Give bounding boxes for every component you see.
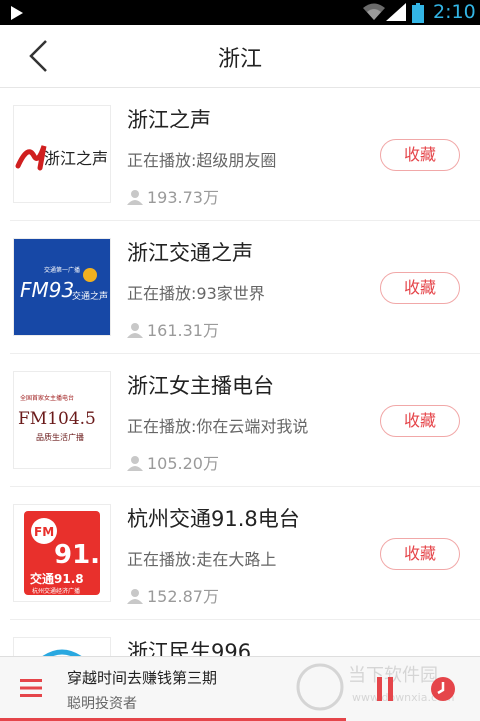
listener-count: 105.20万 bbox=[127, 450, 219, 475]
station-logo-text: 浙江之声 bbox=[44, 149, 108, 168]
station-name: 杭州交通91.8电台 bbox=[127, 507, 300, 531]
person-icon bbox=[127, 455, 143, 475]
list-item[interactable]: FM 91.8 交通91.8 杭州交通经济广播 杭州交通91.8电台 正在播放:… bbox=[10, 487, 480, 620]
station-logo-top-text: 交通第一广播 bbox=[44, 266, 80, 274]
station-logo-sub-text: 交通之声 bbox=[72, 290, 108, 302]
station-logo-sub-text: 交通91.8 bbox=[30, 571, 84, 586]
person-icon bbox=[127, 322, 143, 342]
person-icon bbox=[127, 189, 143, 209]
station-logo-text: 91.8 bbox=[54, 540, 110, 570]
person-icon bbox=[127, 588, 143, 608]
listener-count-value: 193.73万 bbox=[147, 188, 219, 207]
listener-count: 161.31万 bbox=[127, 317, 219, 342]
station-logo-fm-text: FM bbox=[34, 525, 54, 539]
station-logo-top-text: 全国首家女主播电台 bbox=[20, 394, 74, 402]
station-logo-sub2-text: 杭州交通经济广播 bbox=[32, 587, 80, 595]
now-playing: 正在播放:超级朋友圈 bbox=[127, 151, 277, 170]
list-item[interactable]: 浙江之声 浙江之声 正在播放:超级朋友圈 193.73万 收藏 bbox=[10, 88, 480, 221]
station-name: 浙江民生996 bbox=[127, 640, 252, 656]
menu-icon[interactable] bbox=[20, 678, 42, 702]
player-subtitle: 聪明投资者 bbox=[67, 696, 137, 712]
listener-count-value: 152.87万 bbox=[147, 587, 219, 606]
now-playing: 正在播放:你在云端对我说 bbox=[127, 417, 309, 436]
favorite-button[interactable]: 收藏 bbox=[380, 405, 460, 437]
station-list[interactable]: 浙江之声 浙江之声 正在播放:超级朋友圈 193.73万 收藏 交通第一广播 F… bbox=[0, 88, 480, 656]
top-app-bar: 浙江 bbox=[0, 25, 480, 88]
station-logo-text: FM104.5 bbox=[18, 409, 96, 429]
listener-count-value: 105.20万 bbox=[147, 454, 219, 473]
listener-count: 193.73万 bbox=[127, 184, 219, 209]
station-logo: 全国首家女主播电台 FM104.5 品质生活广播 bbox=[13, 371, 111, 469]
station-name: 浙江交通之声 bbox=[127, 241, 253, 265]
list-item[interactable]: 全国首家女主播电台 FM104.5 品质生活广播 浙江女主播电台 正在播放:你在… bbox=[10, 354, 480, 487]
station-logo: 浙江之声 bbox=[13, 105, 111, 203]
favorite-button[interactable]: 收藏 bbox=[380, 272, 460, 304]
station-logo bbox=[13, 637, 111, 656]
station-name: 浙江之声 bbox=[127, 108, 211, 132]
station-logo: FM 91.8 交通91.8 杭州交通经济广播 bbox=[13, 504, 111, 602]
now-playing: 正在播放:93家世界 bbox=[127, 284, 265, 303]
station-name: 浙江女主播电台 bbox=[127, 374, 274, 398]
favorite-button[interactable]: 收藏 bbox=[380, 139, 460, 171]
status-time: 2:10 bbox=[433, 1, 476, 23]
list-item[interactable]: 浙江民生996 bbox=[10, 620, 480, 656]
page-title: 浙江 bbox=[217, 47, 262, 72]
signal-icon bbox=[386, 3, 406, 25]
listener-count: 152.87万 bbox=[127, 583, 219, 608]
favorite-button[interactable]: 收藏 bbox=[380, 538, 460, 570]
now-playing: 正在播放:走在大路上 bbox=[127, 550, 277, 569]
play-notification-icon bbox=[10, 5, 24, 24]
player-title: 穿越时间去赚钱第三期 bbox=[67, 669, 218, 687]
list-item[interactable]: 交通第一广播 FM93 交通之声 浙江交通之声 正在播放:93家世界 161.3… bbox=[10, 221, 480, 354]
status-bar: 2:10 bbox=[0, 0, 480, 25]
station-logo-sub-text: 品质生活广播 bbox=[36, 432, 84, 442]
pause-icon[interactable] bbox=[376, 677, 394, 705]
station-logo-text: FM93 bbox=[20, 278, 74, 302]
station-logo: 交通第一广播 FM93 交通之声 bbox=[13, 238, 111, 336]
timer-icon[interactable] bbox=[430, 676, 456, 706]
wifi-icon bbox=[363, 3, 385, 25]
battery-icon bbox=[412, 3, 424, 27]
listener-count-value: 161.31万 bbox=[147, 321, 219, 340]
mini-player[interactable]: 穿越时间去赚钱第三期 聪明投资者 当下软件园 www.downxia.com bbox=[0, 656, 480, 721]
